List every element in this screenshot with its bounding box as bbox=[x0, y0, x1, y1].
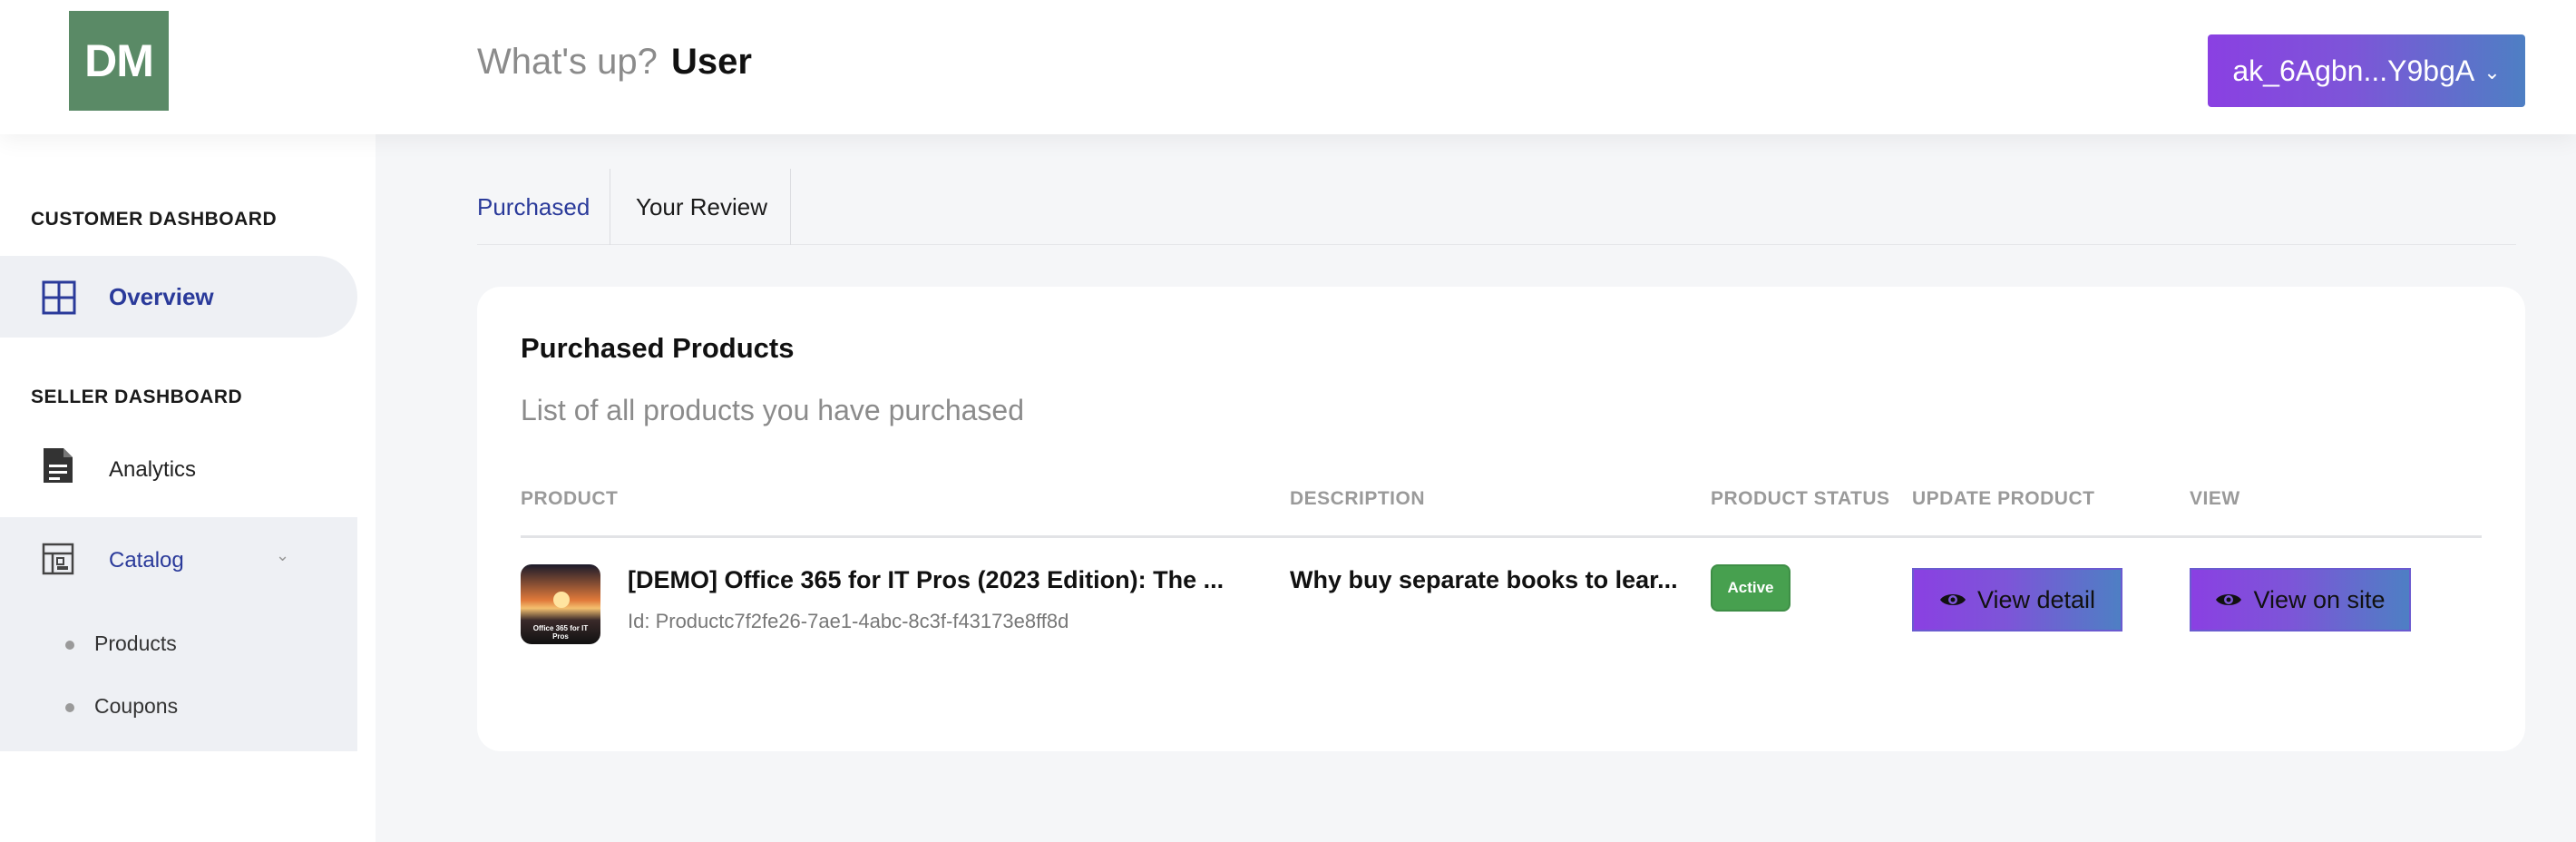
card-subtitle: List of all products you have purchased bbox=[521, 394, 1024, 426]
eye-icon bbox=[1939, 594, 1966, 605]
product-name[interactable]: [DEMO] Office 365 for IT Pros (2023 Edit… bbox=[628, 566, 1224, 594]
greeting-user: User bbox=[670, 42, 752, 82]
account-dropdown-button[interactable]: ak_6Agbn...Y9bgA ⌄ bbox=[2208, 34, 2525, 107]
document-icon bbox=[44, 448, 73, 483]
column-header-product: PRODUCT bbox=[521, 488, 619, 509]
customer-dashboard-heading: CUSTOMER DASHBOARD bbox=[31, 209, 278, 230]
purchased-products-card: Purchased Products List of all products … bbox=[477, 287, 2525, 751]
tab-your-review[interactable]: Your Review bbox=[610, 169, 791, 245]
greeting-prefix: What's up? bbox=[477, 42, 658, 82]
product-id: Id: Productc7f2fe26-7ae1-4abc-8c3f-f4317… bbox=[628, 610, 1069, 632]
column-header-product-status: PRODUCT STATUS bbox=[1711, 488, 1890, 509]
greeting: What's up? User bbox=[477, 42, 752, 83]
view-detail-label: View detail bbox=[1976, 585, 2096, 613]
view-on-site-button[interactable]: View on site bbox=[2190, 568, 2411, 632]
view-detail-button[interactable]: View detail bbox=[1912, 568, 2122, 632]
sidebar-subitem-products[interactable]: Products bbox=[0, 621, 357, 666]
top-header: DM What's up? User ak_6Agbn...Y9bgA ⌄ bbox=[0, 0, 2576, 134]
chevron-down-icon: ⌄ bbox=[276, 546, 290, 564]
chevron-down-icon: ⌄ bbox=[2483, 61, 2501, 83]
catalog-group: Catalog ⌄ Products Coupons bbox=[0, 517, 357, 751]
status-badge: Active bbox=[1711, 564, 1791, 612]
sidebar-item-label: Catalog bbox=[109, 548, 184, 573]
sidebar-subitem-label: Products bbox=[94, 632, 177, 655]
sidebar-item-catalog[interactable]: Catalog ⌄ bbox=[0, 517, 357, 599]
thumbnail-sun bbox=[553, 592, 570, 608]
column-header-description: DESCRIPTION bbox=[1290, 488, 1426, 509]
bullet-icon bbox=[65, 703, 74, 712]
card-title: Purchased Products bbox=[521, 332, 795, 364]
product-description: Why buy separate books to lear... bbox=[1290, 566, 1678, 593]
sidebar-subitem-coupons[interactable]: Coupons bbox=[0, 683, 357, 729]
grid-icon bbox=[42, 280, 76, 315]
logo[interactable]: DM bbox=[69, 11, 169, 111]
thumbnail-text: Office 365 for IT Pros bbox=[532, 624, 589, 641]
tab-purchased[interactable]: Purchased bbox=[477, 169, 610, 245]
product-thumbnail: Office 365 for IT Pros bbox=[521, 564, 600, 644]
sidebar-subitem-label: Coupons bbox=[94, 694, 179, 718]
tab-bar: Purchased Your Review bbox=[477, 169, 2516, 245]
sidebar: CUSTOMER DASHBOARD Overview SELLER DASHB… bbox=[0, 134, 376, 842]
bullet-icon bbox=[65, 641, 74, 650]
sidebar-item-analytics[interactable]: Analytics bbox=[0, 432, 357, 504]
column-header-view: VIEW bbox=[2190, 488, 2240, 509]
column-header-update-product: UPDATE PRODUCT bbox=[1912, 488, 2095, 509]
sidebar-item-label: Overview bbox=[109, 283, 214, 310]
sidebar-item-label: Analytics bbox=[109, 457, 197, 482]
view-on-site-label: View on site bbox=[2253, 585, 2386, 613]
sidebar-item-overview[interactable]: Overview bbox=[0, 256, 357, 338]
catalog-icon bbox=[42, 543, 74, 575]
seller-dashboard-heading: SELLER DASHBOARD bbox=[31, 387, 243, 407]
account-label: ak_6Agbn...Y9bgA bbox=[2232, 54, 2475, 87]
table-header-divider bbox=[521, 535, 2482, 538]
eye-icon bbox=[2216, 594, 2242, 605]
